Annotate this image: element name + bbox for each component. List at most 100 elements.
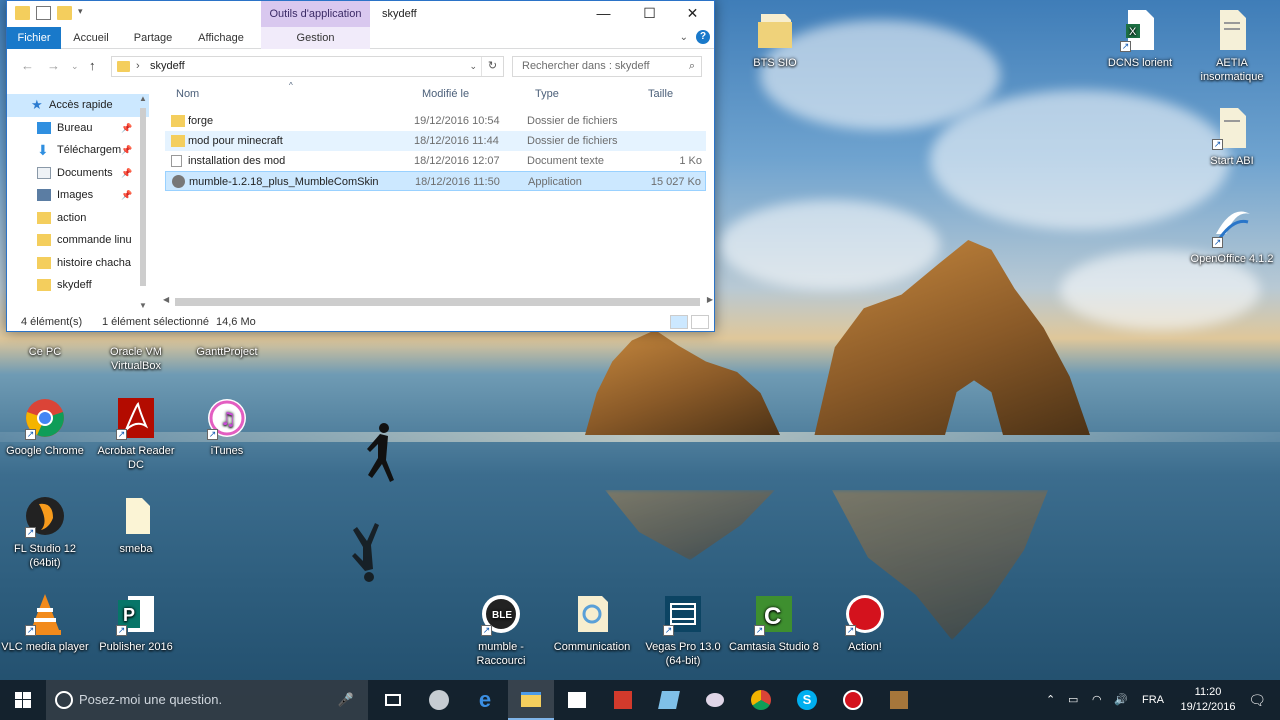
close-button[interactable]: ✕ [670,1,715,27]
nav-item-commande-linux[interactable]: commande linu [7,229,149,252]
desktop-icon-communication[interactable]: Communication [547,592,637,654]
chevron-right-icon[interactable]: › [136,57,140,76]
desktop-icon-smeba[interactable]: smeba [91,494,181,556]
desktop-icon-acrobat[interactable]: ↗ Acrobat Reader DC [91,396,181,472]
tab-gestion[interactable]: Gestion [261,27,370,49]
recent-locations-icon[interactable]: ⌄ [71,61,79,72]
scrollbar-thumb[interactable] [140,108,146,286]
desktop-icon-dcns[interactable]: X ↗ DCNS lorient [1095,8,1185,70]
scroll-right-icon[interactable]: ▶ [707,295,713,304]
title-bar[interactable]: ▾ Outils d'application skydeff — ☐ ✕ [7,1,714,27]
notification-center-icon[interactable]: 🗨 [1248,680,1266,720]
chevron-down-icon[interactable]: ⌄ [469,57,477,76]
back-button[interactable]: ← [21,58,34,73]
tab-accueil[interactable]: Accueil [65,27,117,49]
scrollbar-thumb[interactable] [175,298,700,306]
up-button[interactable]: ↑ [89,58,96,73]
show-hidden-icons-icon[interactable]: ⌃ [1046,680,1055,720]
volume-icon[interactable]: 🔊 [1114,680,1128,720]
chrome-icon[interactable] [738,680,784,720]
desktop-icon-mumble[interactable]: BLE ↗ mumble - Raccourci [456,592,546,668]
nav-item-label: commande linu [57,234,132,246]
new-folder-icon[interactable] [57,6,72,20]
desktop-icon-camtasia[interactable]: C ↗ Camtasia Studio 8 [729,592,819,654]
input-language[interactable]: FRA [1142,680,1164,720]
clock[interactable]: 11:20 19/12/2016 [1178,685,1238,715]
edge-icon[interactable]: e [462,680,508,720]
refresh-icon[interactable]: ↻ [481,57,503,76]
nav-item-action[interactable]: action [7,207,149,230]
microphone-icon[interactable]: 🎤 [338,680,354,720]
file-row[interactable]: mod pour minecraft 18/12/2016 11:44 Doss… [165,131,706,151]
desktop-icon-ce-pc[interactable]: Ce PC [0,345,90,359]
file-explorer-icon[interactable] [508,680,554,720]
desktop-icon-vlc[interactable]: ↗ VLC media player [0,592,90,654]
desktop-icon-bts-sio[interactable]: BTS SIO [730,8,820,70]
gift-icon[interactable] [600,680,646,720]
tab-fichier[interactable]: Fichier [7,27,61,49]
record-icon[interactable] [830,680,876,720]
file-row[interactable]: forge 19/12/2016 10:54 Dossier de fichie… [165,111,706,131]
nav-item-bureau[interactable]: Bureau 📌 [7,117,149,140]
address-path[interactable]: skydeff [150,57,185,76]
file-explorer-window[interactable]: ▾ Outils d'application skydeff — ☐ ✕ Fic… [6,0,715,332]
app-icon[interactable] [646,680,692,720]
file-row-selected[interactable]: mumble-1.2.18_plus_MumbleComSkin 18/12/2… [165,171,706,191]
help-icon[interactable]: ? [696,30,710,44]
desktop-icon-action[interactable]: ↗ Action! [820,592,910,654]
file-list-horizontal-scrollbar[interactable]: ◀ ▶ [159,294,715,310]
search-input[interactable]: Rechercher dans : skydeff ⌕ [512,56,702,77]
nav-item-telechargements[interactable]: ⬇ Téléchargem 📌 [7,139,149,162]
archive-icon[interactable] [876,680,922,720]
scroll-left-icon[interactable]: ◀ [163,295,169,304]
shortcut-arrow-icon: ↗ [25,527,36,538]
nav-item-skydeff[interactable]: skydeff [7,274,149,297]
start-button[interactable] [0,680,46,720]
store-icon[interactable] [554,680,600,720]
details-view-button[interactable] [670,315,688,329]
wifi-icon[interactable]: ◠ [1092,680,1102,720]
scroll-down-icon[interactable]: ▼ [139,301,147,310]
desktop-icon-openoffice[interactable]: ↗ OpenOffice 4.1.2 [1187,204,1277,266]
address-bar[interactable]: › skydeff ⌄ ↻ [111,56,504,77]
file-list[interactable]: ^ Nom Modifié le Type Taille forge 19/12… [159,81,715,312]
customize-toolbar-icon[interactable]: ▾ [78,6,87,20]
large-icons-view-button[interactable] [691,315,709,329]
nav-item-histoire-chacha[interactable]: histoire chacha [7,252,149,275]
desktop-icon-aetia[interactable]: AETIA insormatique [1187,8,1277,84]
tab-affichage[interactable]: Affichage [190,27,252,49]
steam-icon[interactable] [416,680,462,720]
properties-icon[interactable] [36,6,51,20]
skype-icon[interactable]: S [784,680,830,720]
nav-item-acces-rapide[interactable]: ★ Accès rapide [7,94,149,117]
column-header-type[interactable]: Type [535,88,559,100]
file-row[interactable]: installation des mod 18/12/2016 12:07 Do… [165,151,706,171]
expand-ribbon-icon[interactable]: ⌄ [680,32,688,43]
battery-icon[interactable]: ▭ [1068,680,1078,720]
task-view-icon[interactable] [370,680,416,720]
desktop-icon-publisher[interactable]: P ↗ Publisher 2016 [91,592,181,654]
maximize-button[interactable]: ☐ [627,1,672,27]
desktop-icon-start-abi[interactable]: ↗ Start ABI [1187,106,1277,168]
scroll-up-icon[interactable]: ▲ [139,94,147,103]
column-header-modified[interactable]: Modifié le [422,88,469,100]
folder-icon[interactable] [15,6,30,20]
nav-item-images[interactable]: Images 📌 [7,184,149,207]
paint-icon[interactable] [692,680,738,720]
desktop-icon-flstudio[interactable]: ↗ FL Studio 12 (64bit) [0,494,90,570]
clock-date: 19/12/2016 [1180,701,1236,713]
cortana-search-box[interactable]: Posez-moi une question. 🎤 [46,680,368,720]
desktop-icon-virtualbox[interactable]: Oracle VM VirtualBox [91,345,181,373]
nav-pane-scrollbar[interactable]: ▲ ▼ [137,94,149,312]
minimize-button[interactable]: — [581,1,626,27]
desktop-icon-itunes[interactable]: ♫ ↗ iTunes [182,396,272,458]
forward-button[interactable]: → [47,58,60,73]
column-header-name[interactable]: Nom [176,88,199,100]
desktop-icon-vegas[interactable]: ↗ Vegas Pro 13.0 (64-bit) [638,592,728,668]
desktop-icon-ganttproject[interactable]: GanttProject [182,345,272,359]
desktop-icon-chrome[interactable]: ↗ Google Chrome [0,396,90,458]
column-header-size[interactable]: Taille [648,88,673,100]
nav-item-documents[interactable]: Documents 📌 [7,162,149,185]
tab-partage[interactable]: Partage [127,27,179,49]
navigation-pane[interactable]: ★ Accès rapide Bureau 📌 ⬇ Téléchargem 📌 … [7,94,149,312]
